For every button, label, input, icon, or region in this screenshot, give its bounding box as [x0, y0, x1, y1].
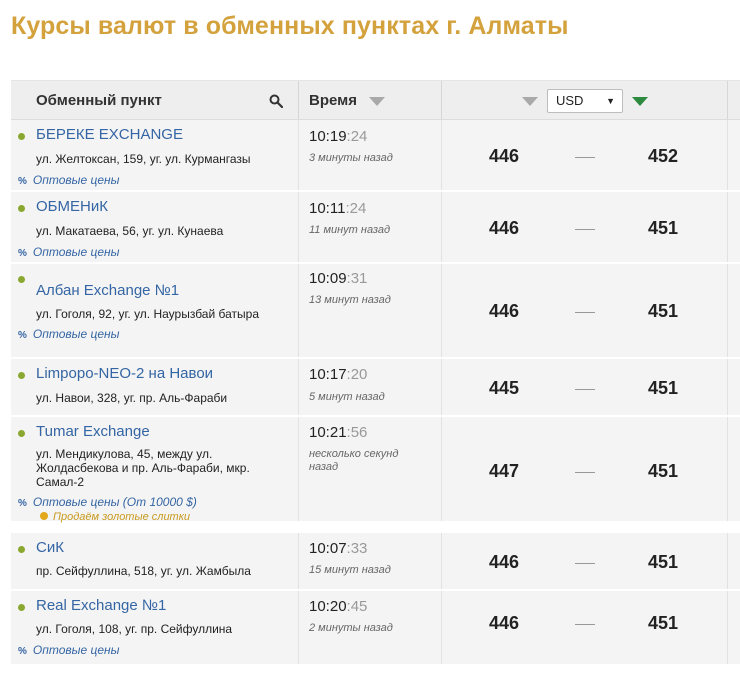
percent-icon: %	[18, 330, 27, 341]
status-dot-icon	[18, 546, 25, 553]
chevron-down-icon: ▼	[606, 96, 615, 106]
page-title: Курсы валют в обменных пунктах г. Алматы	[11, 12, 569, 40]
status-dot-icon	[18, 430, 25, 437]
buy-rate: 446	[489, 146, 520, 166]
exchange-address: ул. Навои, 328, уг. пр. Аль-Фараби	[36, 391, 228, 405]
exchange-address: ул. Мендикулова, 45, между ул. Жолдасбек…	[36, 447, 250, 489]
table-row: Албан Exchange №1 ул. Гоголя, 92, уг. ул…	[11, 264, 740, 359]
currency-select[interactable]: USD ▼	[547, 89, 623, 113]
wholesale-link[interactable]: % Оптовые цены	[18, 245, 119, 259]
rate-separator	[575, 563, 595, 564]
gold-dot-icon	[40, 512, 48, 520]
time-ago: несколько секунд назад	[309, 448, 399, 473]
search-icon[interactable]	[269, 94, 283, 108]
wholesale-link[interactable]: % Оптовые цены	[18, 173, 119, 187]
exchange-table: Обменный пункт Время USD ▼ БЕРЕКЕ EXCHAN…	[11, 80, 740, 666]
exchange-name-link[interactable]: СиК	[36, 539, 64, 556]
update-time: 10:07:33	[309, 540, 368, 557]
percent-icon: %	[18, 646, 27, 657]
sell-rate: 452	[648, 146, 679, 166]
status-dot-icon	[18, 205, 25, 212]
sell-rate: 451	[648, 378, 679, 398]
time-ago: 3 минуты назад	[309, 152, 393, 164]
rate-separator	[575, 624, 595, 625]
update-time: 10:20:45	[309, 598, 368, 615]
table-row: Real Exchange №1 ул. Гоголя, 108, уг. пр…	[11, 591, 740, 666]
sell-rate: 451	[648, 461, 679, 481]
wholesale-link[interactable]: % Оптовые цены (От 10000 $)	[18, 495, 197, 509]
time-ago: 5 минут назад	[309, 391, 385, 403]
buy-rate: 447	[489, 461, 520, 481]
table-row: Tumar Exchange ул. Мендикулова, 45, межд…	[11, 417, 740, 523]
update-time: 10:17:20	[309, 366, 368, 383]
exchange-name-link[interactable]: Tumar Exchange	[36, 423, 150, 440]
rate-separator	[575, 472, 595, 473]
rate-separator	[575, 157, 595, 158]
wholesale-link[interactable]: % Оптовые цены	[18, 643, 119, 657]
update-time: 10:11:24	[309, 200, 367, 217]
status-dot-icon	[18, 133, 25, 140]
buy-rate: 446	[489, 301, 520, 321]
exchange-name-link[interactable]: БЕРЕКЕ EXCHANGE	[36, 126, 183, 143]
update-time: 10:19:24	[309, 128, 368, 145]
header-exchange-point[interactable]: Обменный пункт	[36, 92, 162, 109]
exchange-name-link[interactable]: ОБМЕНиК	[36, 198, 108, 215]
buy-rate: 446	[489, 552, 520, 572]
sell-rate: 451	[648, 301, 679, 321]
exchange-address: пр. Сейфуллина, 518, уг. ул. Жамбыла	[36, 564, 251, 578]
sort-buy-icon[interactable]	[522, 97, 538, 106]
sort-sell-icon[interactable]	[632, 97, 648, 106]
exchange-address: ул. Желтоксан, 159, уг. ул. Курмангазы	[36, 152, 251, 166]
buy-rate: 446	[489, 613, 520, 633]
percent-icon: %	[18, 498, 27, 509]
update-time: 10:09:31	[309, 270, 368, 287]
rate-separator	[575, 229, 595, 230]
time-ago: 13 минут назад	[309, 294, 391, 306]
exchange-address: ул. Гоголя, 108, уг. пр. Сейфуллина	[36, 622, 233, 636]
sell-rate: 451	[648, 218, 679, 238]
update-time: 10:21:56	[309, 424, 368, 441]
status-dot-icon	[18, 604, 25, 611]
time-ago: 11 минут назад	[309, 224, 391, 236]
table-header: Обменный пункт Время USD ▼	[11, 80, 740, 120]
status-dot-icon	[18, 276, 25, 283]
table-row: БЕРЕКЕ EXCHANGE ул. Желтоксан, 159, уг. …	[11, 120, 740, 192]
time-ago: 2 минуты назад	[309, 622, 393, 634]
exchange-name-link[interactable]: Албан Exchange №1	[36, 282, 179, 299]
sell-rate: 451	[648, 552, 679, 572]
percent-icon: %	[18, 176, 27, 187]
percent-icon: %	[18, 248, 27, 259]
exchange-name-link[interactable]: Limpopo-NEO-2 на Навои	[36, 365, 213, 382]
exchange-name-link[interactable]: Real Exchange №1	[36, 597, 166, 614]
header-time[interactable]: Время	[309, 92, 357, 109]
sell-rate: 451	[648, 613, 679, 633]
sort-time-icon[interactable]	[369, 97, 385, 106]
table-row: СиК пр. Сейфуллина, 518, уг. ул. Жамбыла…	[11, 533, 740, 591]
rate-separator	[575, 312, 595, 313]
table-row: Limpopo-NEO-2 на Навои ул. Навои, 328, у…	[11, 359, 740, 417]
rate-separator	[575, 389, 595, 390]
status-dot-icon	[18, 372, 25, 379]
buy-rate: 446	[489, 218, 520, 238]
table-row: ОБМЕНиК ул. Макатаева, 56, уг. ул. Кунае…	[11, 192, 740, 264]
exchange-address: ул. Гоголя, 92, уг. ул. Наурызбай батыра	[36, 307, 259, 321]
wholesale-link[interactable]: % Оптовые цены	[18, 327, 119, 341]
currency-select-value: USD	[556, 93, 584, 108]
buy-rate: 445	[489, 378, 520, 398]
time-ago: 15 минут назад	[309, 564, 391, 576]
exchange-address: ул. Макатаева, 56, уг. ул. Кунаева	[36, 224, 224, 238]
gold-bars-note: Продаём золотые слитки	[40, 511, 190, 523]
